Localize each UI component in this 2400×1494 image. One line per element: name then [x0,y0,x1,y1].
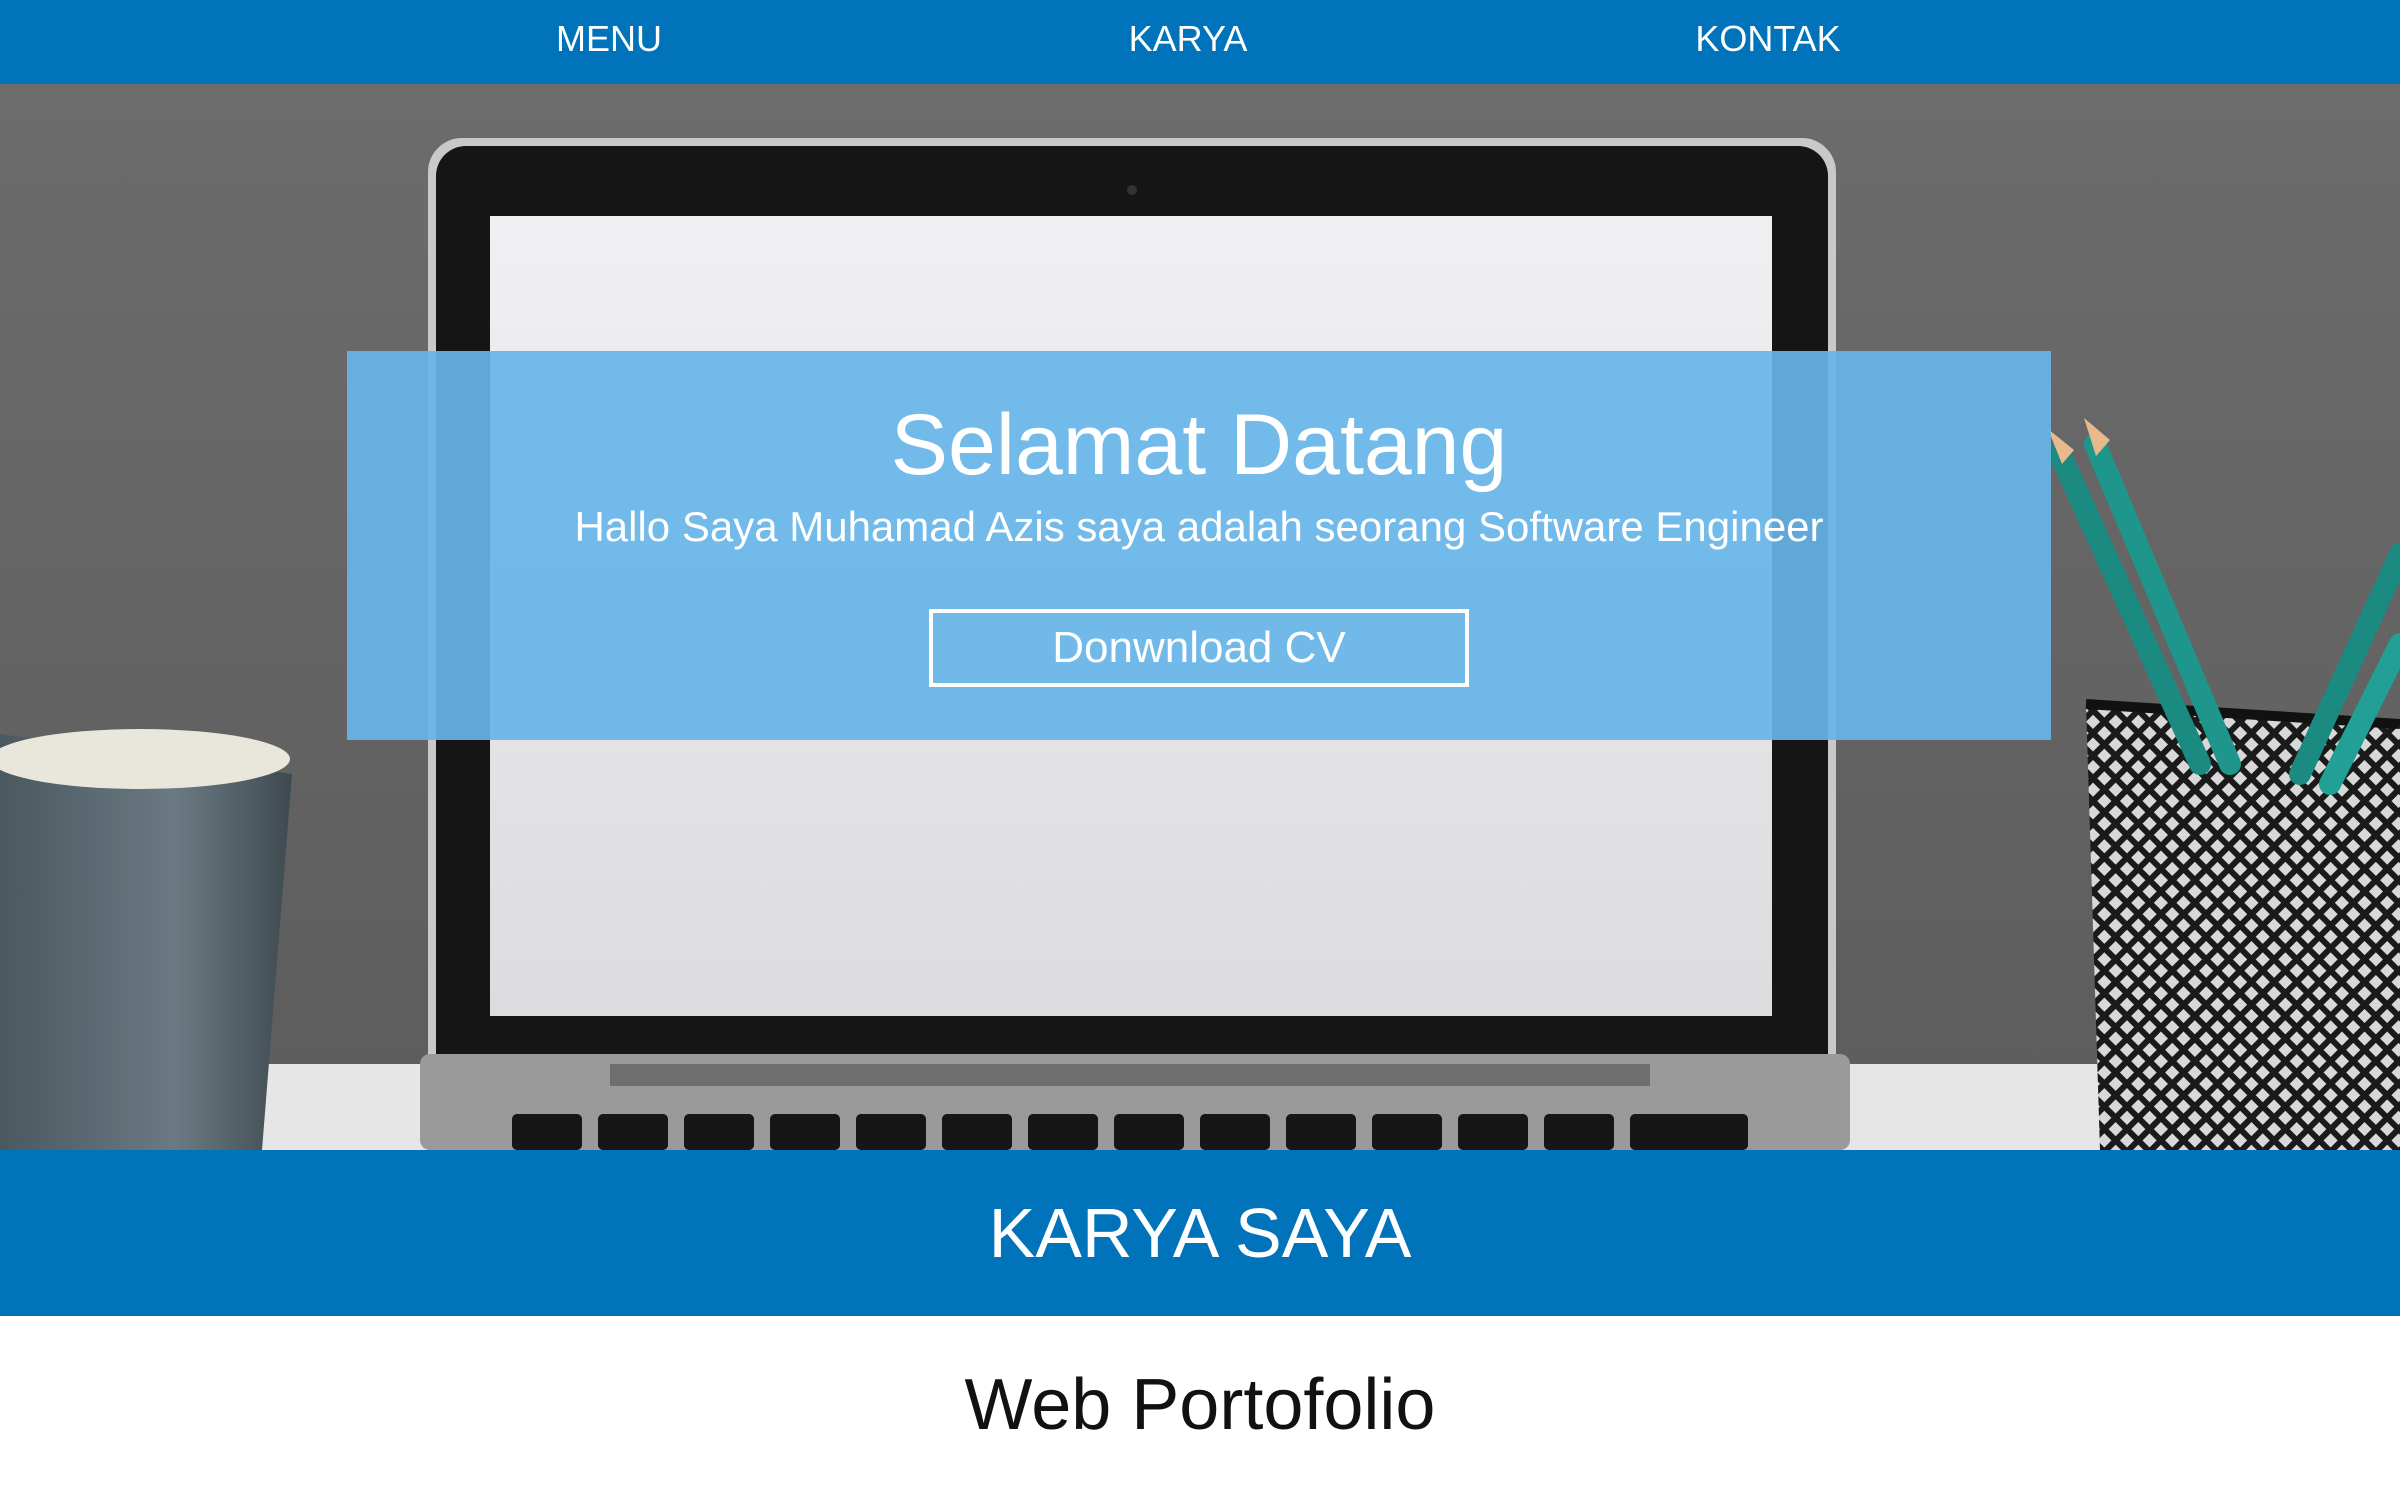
download-cv-button[interactable]: Donwnload CV [929,609,1469,687]
section-title: KARYA SAYA [988,1194,1412,1272]
work-item-title: Web Portofolio [964,1365,1436,1445]
hero-title: Selamat Datang [890,397,1508,493]
hero-subtitle: Hallo Saya Muhamad Azis saya adalah seor… [574,503,1824,550]
works-section-header: KARYA SAYA [0,1150,2400,1316]
hero-overlay: Selamat Datang Hallo Saya Muhamad Azis s… [347,351,2051,740]
hero-section: Selamat Datang Hallo Saya Muhamad Azis s… [0,84,2400,1150]
top-navbar: MENU KARYA KONTAK [0,0,2400,84]
nav-item-menu[interactable]: MENU [556,0,662,78]
nav-item-kontak[interactable]: KONTAK [1695,0,1840,78]
nav-item-karya[interactable]: KARYA [1129,0,1248,78]
